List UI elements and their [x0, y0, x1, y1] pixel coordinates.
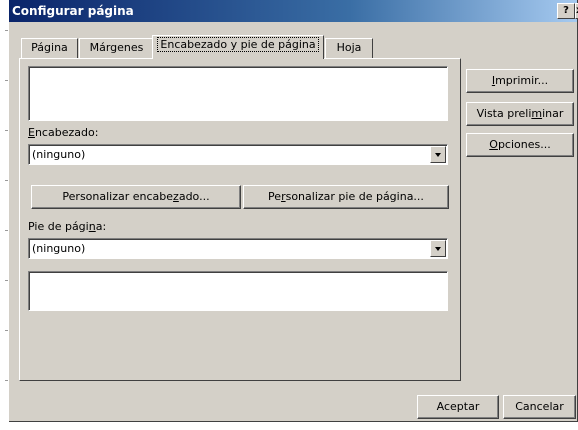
- ruler-tick: [5, 230, 8, 231]
- cancel-label: Cancelar: [515, 400, 564, 413]
- help-button[interactable]: ?: [557, 3, 575, 19]
- ruler-tick: [5, 80, 8, 81]
- tab-hoja[interactable]: Hoja: [325, 38, 373, 58]
- page-setup-dialog: Configurar página ? x Página Márgenes En…: [9, 0, 578, 422]
- ruler-tick: [5, 130, 8, 131]
- ruler-tick: [5, 30, 8, 31]
- ok-label: Aceptar: [436, 400, 480, 413]
- header-label-text: ncabezado:: [34, 126, 99, 139]
- footer-label-mnemonic: n: [88, 220, 96, 233]
- footer-label: Pie de página:: [28, 220, 106, 233]
- print-button[interactable]: Imprimir...: [466, 69, 574, 93]
- footer-label-text-end: a:: [95, 220, 107, 233]
- chevron-down-icon[interactable]: [430, 146, 446, 163]
- title-bar[interactable]: Configurar página ? x: [9, 0, 578, 22]
- tab-pagina[interactable]: Página: [21, 38, 78, 58]
- header-preview: [28, 66, 448, 121]
- ruler-tick: [5, 180, 8, 181]
- tab-margenes-label: Márgenes: [89, 41, 144, 54]
- ruler-tick: [5, 280, 8, 281]
- custom-header-text: Personalizar encabe: [62, 190, 174, 203]
- print-preview-label-end: inar: [542, 107, 564, 120]
- tab-encabezado-pie[interactable]: Encabezado y pie de página: [152, 35, 324, 59]
- ruler-tick: [5, 380, 8, 381]
- print-preview-button[interactable]: Vista preliminar: [466, 102, 574, 126]
- options-button[interactable]: Opciones...: [466, 133, 574, 157]
- print-preview-mnemonic: m: [531, 107, 543, 120]
- cancel-button[interactable]: Cancelar: [503, 395, 576, 419]
- footer-select[interactable]: (ninguno): [28, 238, 448, 259]
- tab-hoja-label: Hoja: [336, 41, 362, 54]
- header-label: Encabezado:: [28, 126, 98, 139]
- tab-encabezado-pie-label: Encabezado y pie de página: [157, 37, 319, 52]
- footer-select-value: (ninguno): [32, 242, 86, 255]
- options-label: pciones...: [497, 138, 551, 151]
- tab-pagina-label: Página: [31, 41, 68, 54]
- tab-margenes[interactable]: Márgenes: [79, 38, 154, 58]
- chevron-down-icon[interactable]: [430, 240, 446, 257]
- window-title: Configurar página: [12, 4, 134, 18]
- print-label: mprimir...: [495, 74, 549, 87]
- print-preview-label: Vista preli: [476, 107, 532, 120]
- header-label-mnemonic: E: [28, 126, 35, 139]
- custom-header-button[interactable]: Personalizar encabezado...: [31, 185, 241, 209]
- header-select-value: (ninguno): [32, 148, 86, 161]
- background-strip: [0, 0, 9, 430]
- custom-header-text-end: ado...: [178, 190, 210, 203]
- ok-button[interactable]: Aceptar: [417, 395, 499, 419]
- footer-preview: [28, 271, 448, 311]
- ruler-tick: [5, 330, 8, 331]
- custom-footer-text: Pe: [268, 190, 282, 203]
- custom-footer-text-end: sonalizar pie de página...: [285, 190, 424, 203]
- custom-footer-button[interactable]: Personalizar pie de página...: [243, 185, 449, 209]
- options-mnemonic: O: [489, 138, 498, 151]
- footer-label-text: Pie de pági: [28, 220, 89, 233]
- header-select[interactable]: (ninguno): [28, 144, 448, 165]
